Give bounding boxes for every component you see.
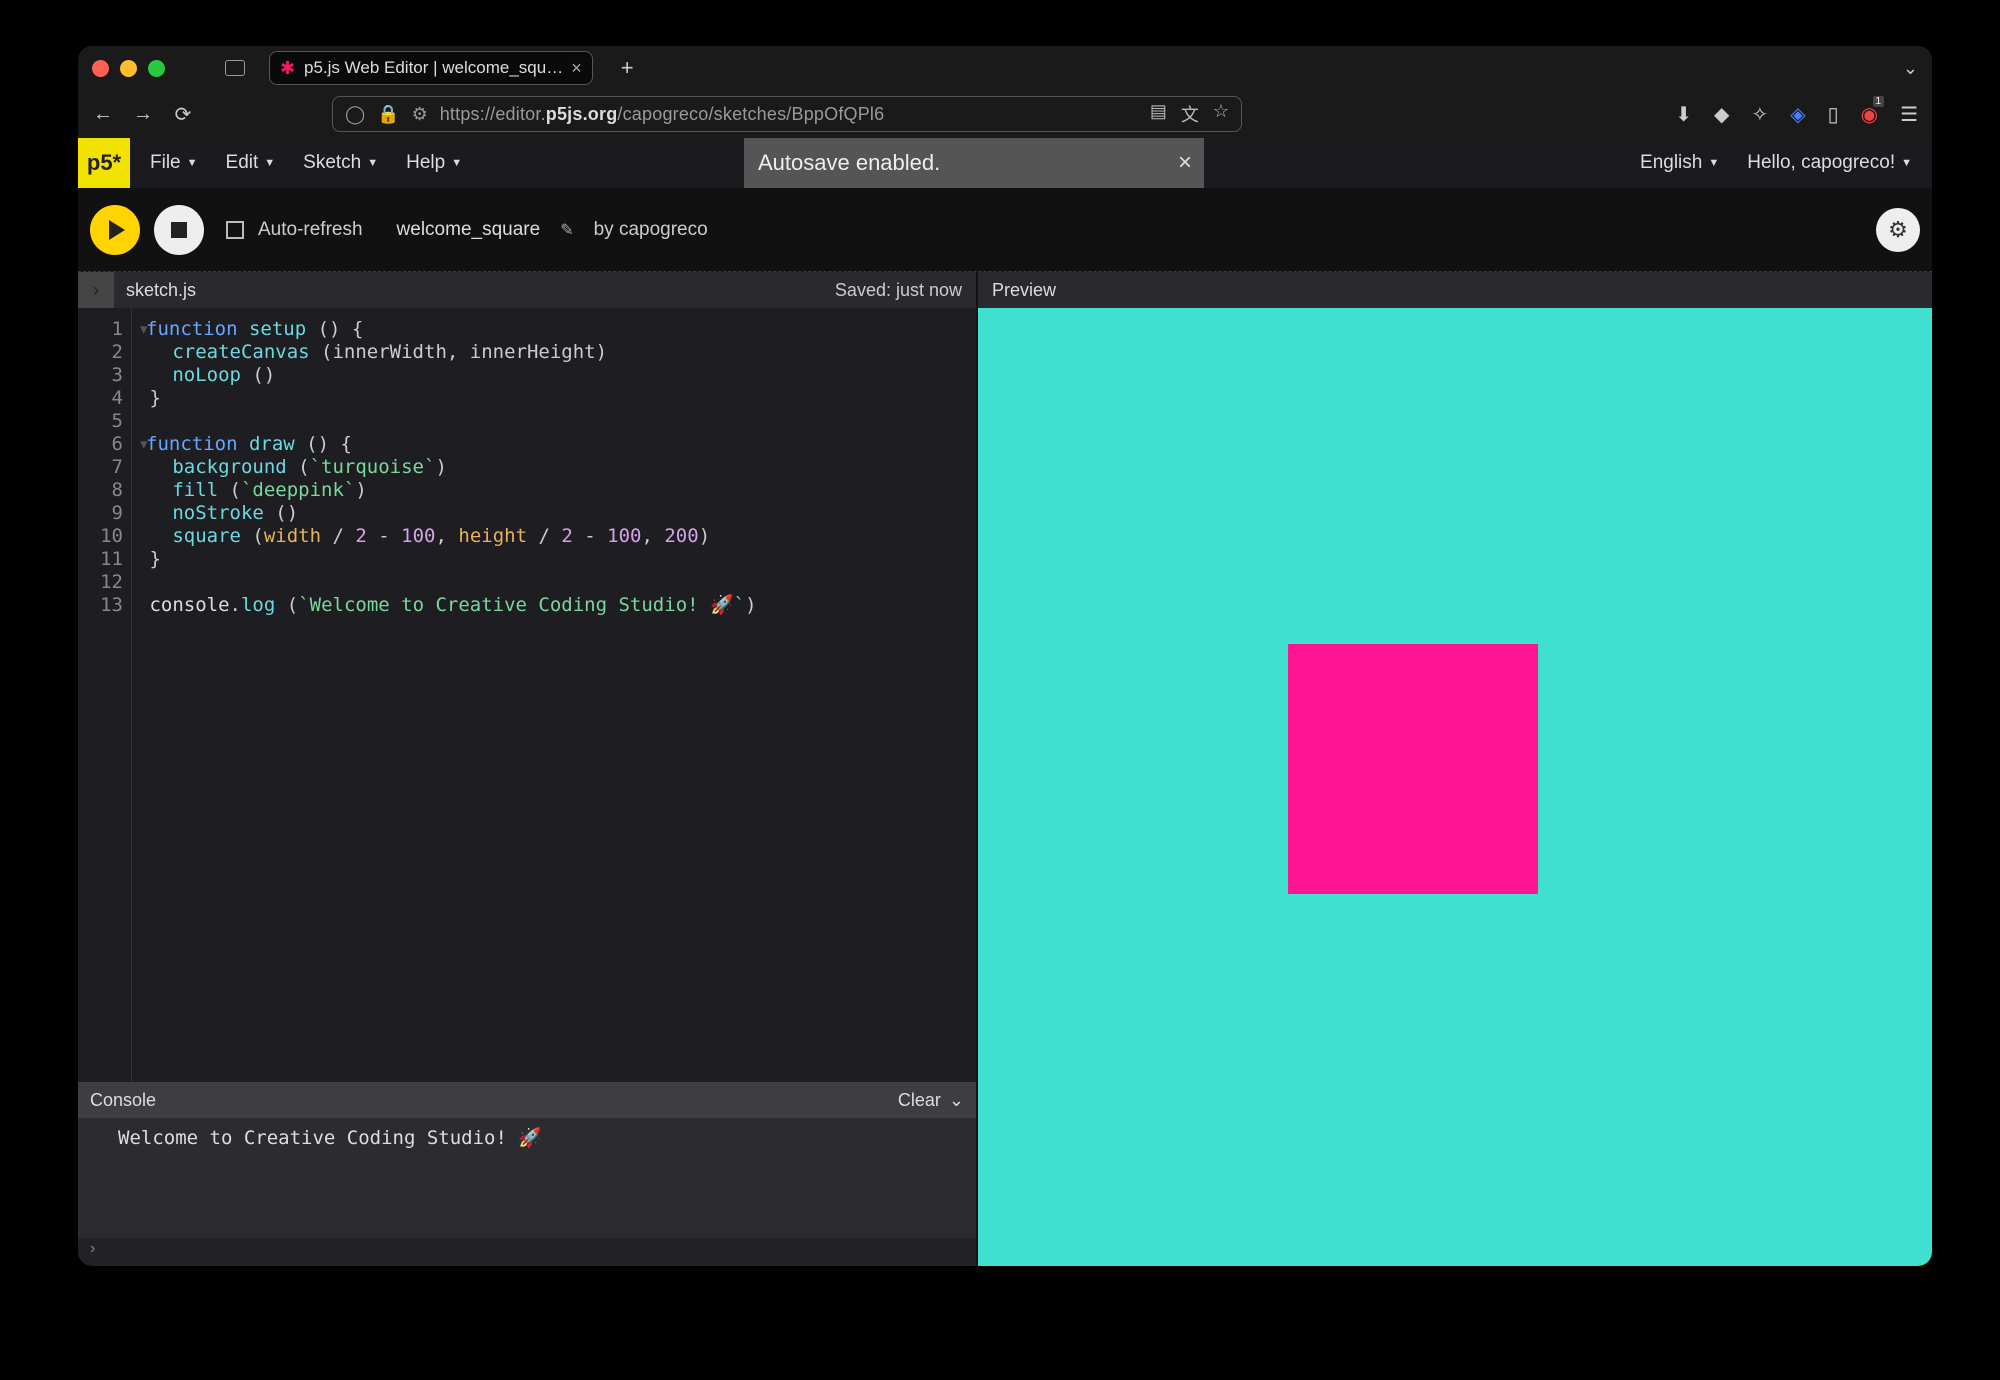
new-tab-button[interactable]: +	[621, 55, 634, 81]
language-selector[interactable]: English▼	[1640, 152, 1719, 174]
preview-header: Preview	[978, 272, 1932, 308]
play-button[interactable]	[90, 205, 140, 255]
settings-button[interactable]: ⚙	[1876, 208, 1920, 252]
p5-app: p5* File▼ Edit▼ Sketch▼ Help▼ Autosave e…	[78, 138, 1932, 1266]
auto-refresh-label: Auto-refresh	[258, 219, 363, 241]
permissions-icon: ⚙	[412, 104, 428, 125]
extension-blue-icon[interactable]: ◈	[1790, 102, 1805, 127]
maximize-window-icon[interactable]	[148, 60, 165, 77]
edit-name-icon[interactable]: ✎	[560, 220, 573, 240]
p5-logo[interactable]: p5*	[78, 138, 130, 188]
translate-icon[interactable]: 文	[1181, 101, 1199, 127]
extension-doc-icon[interactable]: ▯	[1828, 102, 1839, 127]
preview-canvas[interactable]	[978, 308, 1932, 1266]
download-icon[interactable]: ⬇	[1675, 102, 1692, 127]
tabs-dropdown-icon[interactable]: ⌄	[1903, 58, 1918, 79]
tab-title: p5.js Web Editor | welcome_squ…	[304, 58, 563, 78]
code-body[interactable]: ▾function setup () { createCanvas (inner…	[132, 308, 757, 1082]
auto-refresh-checkbox[interactable]	[226, 221, 244, 239]
extensions-icon[interactable]: ✧	[1751, 102, 1768, 127]
reload-button[interactable]: ⟳	[172, 102, 194, 127]
preview-square	[1288, 644, 1538, 894]
menu-file[interactable]: File▼	[150, 152, 198, 174]
browser-toolbar-right: ⬇ ◆ ✧ ◈ ▯ ◉1 ☰	[1675, 102, 1918, 127]
window-controls	[92, 60, 165, 77]
tab-close-icon[interactable]: ×	[571, 58, 582, 79]
forward-button[interactable]: →	[132, 103, 154, 126]
menu-icon[interactable]: ☰	[1900, 102, 1918, 127]
file-tab-bar: › sketch.js Saved: just now	[78, 272, 976, 308]
minimize-window-icon[interactable]	[120, 60, 137, 77]
preview-column: Preview	[978, 272, 1932, 1266]
save-status: Saved: just now	[835, 280, 976, 301]
app-menubar: p5* File▼ Edit▼ Sketch▼ Help▼ Autosave e…	[78, 138, 1932, 188]
sidebar-toggle-button[interactable]: ›	[78, 272, 114, 308]
menu-items: File▼ Edit▼ Sketch▼ Help▼	[150, 152, 462, 174]
extension-icon[interactable]: ◆	[1714, 102, 1729, 127]
code-editor[interactable]: 12345678910111213 ▾function setup () { c…	[78, 308, 976, 1082]
tab-favicon-icon: ✱	[280, 60, 296, 76]
browser-window: ✱ p5.js Web Editor | welcome_squ… × + ⌄ …	[78, 46, 1932, 1266]
account-menu[interactable]: Hello, capogreco!▼	[1747, 152, 1912, 174]
toolbar: Auto-refresh welcome_square ✎ by capogre…	[78, 188, 1932, 272]
address-bar: ← → ⟳ ◯ 🔒 ⚙ https://editor.p5js.org/capo…	[78, 90, 1932, 138]
sketch-author: by capogreco	[594, 219, 708, 241]
menu-sketch[interactable]: Sketch▼	[303, 152, 378, 174]
line-gutter: 12345678910111213	[78, 308, 132, 1082]
console-clear-button[interactable]: Clear⌄	[898, 1090, 964, 1111]
tabgroup-icon[interactable]	[225, 60, 245, 76]
url-text: https://editor.p5js.org/capogreco/sketch…	[440, 104, 885, 125]
editor-column: › sketch.js Saved: just now 123456789101…	[78, 272, 978, 1266]
console-output[interactable]: Welcome to Creative Coding Studio! 🚀	[78, 1118, 976, 1238]
stop-button[interactable]	[154, 205, 204, 255]
menu-edit[interactable]: Edit▼	[226, 152, 276, 174]
reader-mode-icon[interactable]: ▤	[1150, 101, 1167, 127]
lock-icon: 🔒	[377, 104, 399, 125]
menu-help[interactable]: Help▼	[406, 152, 462, 174]
shield-icon: ◯	[345, 104, 365, 125]
extension-badge-icon[interactable]: ◉1	[1861, 102, 1878, 127]
console-header: Console Clear⌄	[78, 1082, 976, 1118]
toast-close-icon[interactable]: ×	[1178, 149, 1192, 177]
browser-tab[interactable]: ✱ p5.js Web Editor | welcome_squ… ×	[269, 51, 593, 85]
file-name[interactable]: sketch.js	[126, 280, 196, 301]
back-button[interactable]: ←	[92, 103, 114, 126]
workspace: › sketch.js Saved: just now 123456789101…	[78, 272, 1932, 1266]
url-input[interactable]: ◯ 🔒 ⚙ https://editor.p5js.org/capogreco/…	[332, 96, 1242, 132]
sketch-name[interactable]: welcome_square	[397, 219, 541, 241]
console-input[interactable]: ›	[78, 1238, 976, 1266]
titlebar: ✱ p5.js Web Editor | welcome_squ… × + ⌄	[78, 46, 1932, 90]
preview-title: Preview	[992, 280, 1056, 301]
autosave-toast: Autosave enabled. ×	[744, 138, 1204, 188]
console-prompt-icon: ›	[90, 1240, 95, 1257]
console-line: Welcome to Creative Coding Studio! 🚀	[118, 1127, 542, 1149]
bookmark-icon[interactable]: ☆	[1213, 101, 1229, 127]
console-title: Console	[90, 1090, 156, 1111]
toast-text: Autosave enabled.	[758, 150, 940, 176]
close-window-icon[interactable]	[92, 60, 109, 77]
